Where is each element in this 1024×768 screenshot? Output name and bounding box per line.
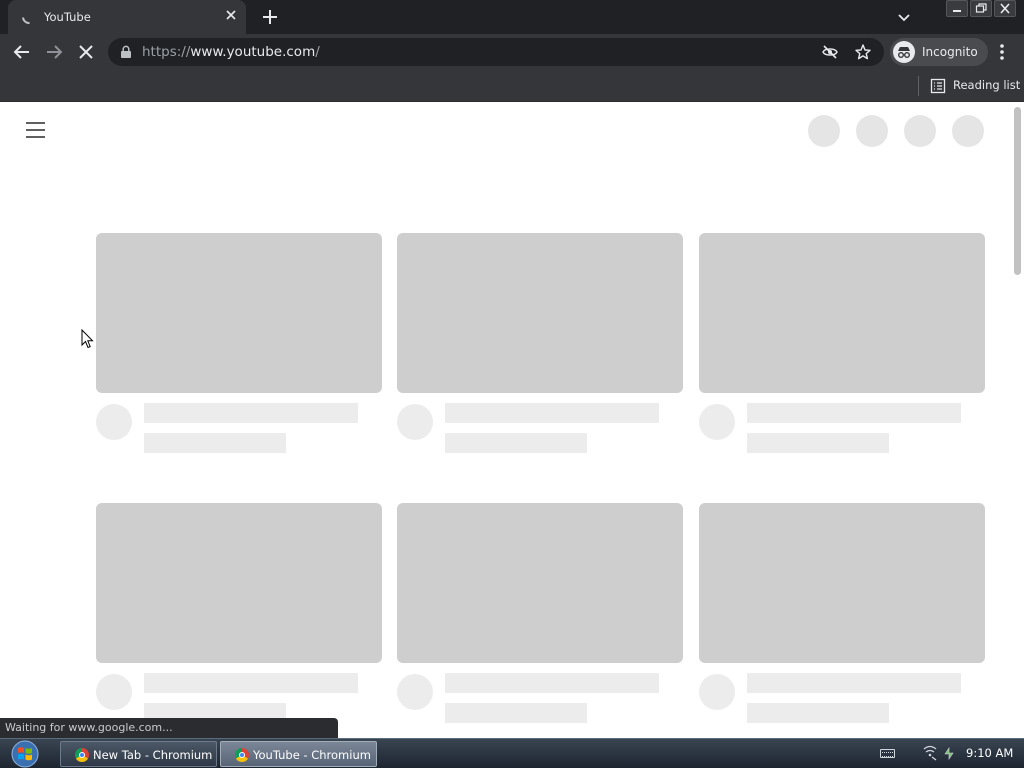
channel-avatar-placeholder <box>96 404 132 440</box>
windows-taskbar: New Tab - Chromium YouTube - Chromium 9:… <box>0 738 1024 768</box>
title-placeholder <box>144 403 358 423</box>
start-button[interactable] <box>6 740 44 768</box>
incognito-icon <box>893 41 915 63</box>
header-placeholder-circle <box>808 115 840 147</box>
network-icon[interactable] <box>922 745 938 761</box>
title-placeholder <box>747 403 961 423</box>
power-icon[interactable] <box>942 745 956 761</box>
channel-avatar-placeholder <box>96 674 132 710</box>
title-placeholder <box>445 673 659 693</box>
meta-placeholder <box>747 433 889 453</box>
tab-strip: YouTube <box>0 0 1024 34</box>
back-arrow-icon[interactable] <box>10 40 34 64</box>
thumbnail-placeholder <box>397 503 683 663</box>
thumbnail-placeholder <box>699 503 985 663</box>
reading-list-icon <box>930 78 946 94</box>
title-placeholder <box>747 673 961 693</box>
page-scrollbar-thumb[interactable] <box>1014 107 1021 275</box>
header-placeholder-circle <box>952 115 984 147</box>
taskbar-item-label: New Tab - Chromium <box>93 748 213 762</box>
bookmarks-bar: Reading list <box>0 70 1024 102</box>
thumbnail-placeholder <box>699 233 985 393</box>
header-placeholder-circle <box>904 115 936 147</box>
meta-placeholder <box>144 433 286 453</box>
profile-label: Incognito <box>922 45 978 59</box>
loading-spinner-icon <box>19 7 39 27</box>
tab-title: YouTube <box>44 10 91 24</box>
screen: YouTube https://www.youtube.com/ Incogni… <box>0 0 1024 768</box>
meta-placeholder <box>445 703 587 723</box>
bookmark-star-icon[interactable] <box>854 43 872 61</box>
thumbnail-placeholder <box>96 233 382 393</box>
thumbnail-placeholder <box>397 233 683 393</box>
browser-menu-kebab-icon[interactable] <box>994 40 1010 64</box>
minimize-button[interactable] <box>946 0 968 17</box>
channel-avatar-placeholder <box>397 404 433 440</box>
channel-avatar-placeholder <box>699 674 735 710</box>
address-bar[interactable]: https://www.youtube.com/ <box>108 38 884 66</box>
tracking-protection-eye-icon[interactable] <box>822 44 838 60</box>
restore-button[interactable] <box>970 0 992 17</box>
title-placeholder <box>144 673 358 693</box>
channel-avatar-placeholder <box>397 674 433 710</box>
bookmarks-separator <box>918 76 919 96</box>
reading-list-label: Reading list <box>953 78 1021 92</box>
header-placeholder-circle <box>856 115 888 147</box>
browser-toolbar: https://www.youtube.com/ Incognito <box>0 34 1024 70</box>
taskbar-item-new-tab[interactable]: New Tab - Chromium <box>60 741 217 767</box>
meta-placeholder <box>445 433 587 453</box>
meta-placeholder <box>747 703 889 723</box>
close-window-button[interactable] <box>994 0 1016 17</box>
lock-icon[interactable] <box>120 45 132 59</box>
mouse-pointer-icon <box>81 328 95 353</box>
taskbar-item-label: YouTube - Chromium <box>253 748 371 762</box>
keyboard-icon[interactable] <box>880 749 895 758</box>
tab-search-chevron-icon[interactable] <box>894 7 914 27</box>
url-text: https://www.youtube.com/ <box>142 44 320 60</box>
stop-loading-icon[interactable] <box>74 40 98 64</box>
chromium-icon <box>75 748 89 762</box>
chromium-icon <box>235 748 249 762</box>
tab-youtube[interactable]: YouTube <box>8 0 246 34</box>
thumbnail-placeholder <box>96 503 382 663</box>
taskbar-clock[interactable]: 9:10 AM <box>966 746 1013 760</box>
status-bubble: Waiting for www.google.com... <box>0 718 338 738</box>
tab-close-icon[interactable] <box>222 8 240 26</box>
window-controls <box>946 0 1016 18</box>
youtube-page: Waiting for www.google.com... <box>0 103 1024 738</box>
taskbar-item-youtube[interactable]: YouTube - Chromium <box>220 741 377 767</box>
channel-avatar-placeholder <box>699 404 735 440</box>
new-tab-button[interactable] <box>258 5 282 29</box>
status-text: Waiting for www.google.com... <box>5 721 173 734</box>
guide-menu-icon[interactable] <box>24 122 48 142</box>
incognito-profile-button[interactable]: Incognito <box>890 38 988 66</box>
forward-arrow-icon[interactable] <box>42 40 66 64</box>
title-placeholder <box>445 403 659 423</box>
